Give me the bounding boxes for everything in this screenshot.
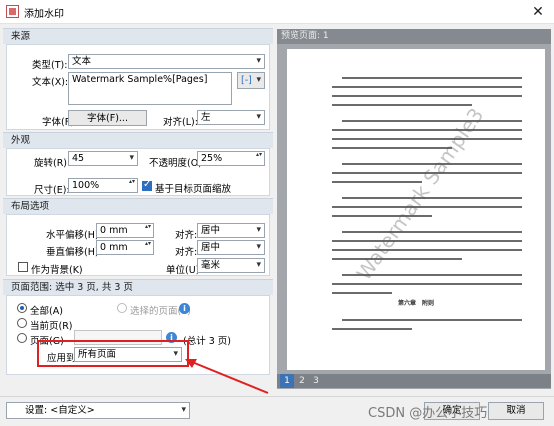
settings-value: <自定义> <box>50 405 95 416</box>
text-label: 文本(X): <box>32 77 69 88</box>
align-label: 对齐(L): <box>163 117 198 128</box>
selected-pages-radio[interactable] <box>117 303 127 313</box>
h-offset-label: 水平偏移(H): <box>46 230 102 241</box>
size-stepper[interactable]: 100% <box>68 178 138 193</box>
current-page-radio[interactable] <box>17 318 27 328</box>
h-offset-stepper[interactable]: 0 mm <box>96 223 154 238</box>
v-align-select[interactable]: 居中 <box>197 240 265 255</box>
preview-section-title: 第六章 附则 <box>397 300 434 307</box>
section-layout-header: 布局选项 <box>3 198 273 214</box>
scale-to-page-label: 基于目标页面缩放 <box>155 184 232 195</box>
page-thumb-1[interactable]: 1 <box>280 374 294 388</box>
unit-select[interactable]: 毫米 <box>197 258 265 273</box>
section-page-range-header: 页面范围: 选中 3 页, 共 3 页 <box>3 279 273 295</box>
rotation-select[interactable]: 45 <box>68 151 138 166</box>
page-thumbnails-bar: 1 2 3 <box>277 374 551 388</box>
cancel-button[interactable]: 取消 <box>488 402 544 420</box>
rotation-label: 旋转(R): <box>34 158 71 169</box>
size-label: 尺寸(E): <box>34 185 70 196</box>
page-thumb-3[interactable]: 3 <box>309 374 323 388</box>
info-icon[interactable]: i <box>179 303 190 314</box>
font-button[interactable]: 字体(F)... <box>68 110 147 126</box>
close-button[interactable]: ✕ <box>524 1 552 23</box>
page-thumb-2[interactable]: 2 <box>295 374 309 388</box>
h-align-select[interactable]: 居中 <box>197 223 265 238</box>
all-pages-label: 全部(A) <box>30 306 63 317</box>
insert-macro-button[interactable]: [-] <box>237 72 265 89</box>
csdn-watermark: CSDN @办公小技巧 <box>368 406 488 421</box>
app-icon <box>6 5 19 18</box>
settings-select[interactable]: 设置: <自定义> <box>6 402 190 419</box>
type-label: 类型(T): <box>32 60 68 71</box>
page-range-radio[interactable] <box>17 333 27 343</box>
as-background-label: 作为背景(K) <box>31 265 83 276</box>
watermark-text-input[interactable]: Watermark Sample%[Pages] <box>68 72 232 105</box>
h-align-label: 对齐: <box>175 230 198 241</box>
section-source-header: 来源 <box>3 28 273 44</box>
annotation-arrow <box>185 359 269 394</box>
type-select[interactable]: 文本 <box>68 54 265 69</box>
page-total-label: (总计 3 页) <box>183 336 231 347</box>
scale-to-page-checkbox[interactable] <box>142 179 152 191</box>
all-pages-radio[interactable] <box>17 303 27 313</box>
settings-label: 设置: <box>25 405 48 416</box>
v-offset-label: 垂直偏移(H): <box>46 247 102 258</box>
section-appearance-header: 外观 <box>3 132 273 148</box>
as-background-checkbox[interactable] <box>18 262 28 272</box>
preview-header: 预览页面: 1 <box>277 29 551 44</box>
highlight-box <box>37 340 189 367</box>
v-align-label: 对齐: <box>175 247 198 258</box>
opacity-stepper[interactable]: 25% <box>197 151 265 166</box>
current-page-label: 当前页(R) <box>30 321 73 332</box>
title-bar <box>0 0 554 24</box>
align-select[interactable]: 左 <box>197 110 265 125</box>
window-title: 添加水印 <box>24 9 64 20</box>
v-offset-stepper[interactable]: 0 mm <box>96 240 154 255</box>
